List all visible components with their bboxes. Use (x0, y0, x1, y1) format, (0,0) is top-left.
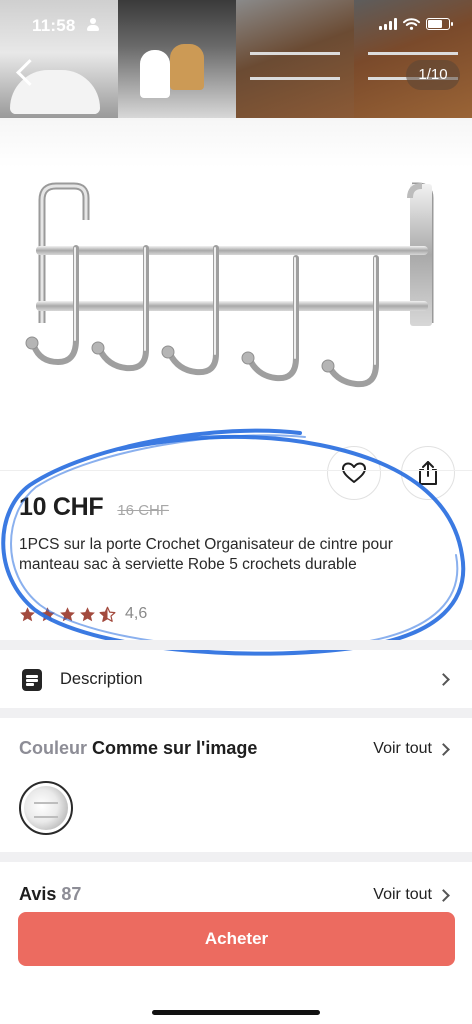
swatch-thumbnail (24, 786, 68, 830)
gallery-counter: 1/10 (406, 60, 460, 90)
star-full-icon (80, 606, 95, 621)
reviews-heading: Avis 87 (19, 884, 81, 905)
wifi-icon (403, 18, 420, 30)
status-bar-indicators (379, 18, 453, 30)
color-key-label: Couleur (19, 738, 88, 758)
star-full-icon (60, 606, 75, 621)
rating-value: 4,6 (125, 605, 148, 622)
gallery-thumbnail-2[interactable] (118, 0, 236, 118)
star-half-icon (99, 606, 116, 622)
product-title: 1PCS sur la porte Crochet Organisateur d… (19, 536, 393, 573)
person-icon (87, 18, 99, 32)
reviews-section: Avis 87 Voir tout (0, 862, 472, 912)
original-price: 16 CHF (117, 502, 170, 519)
battery-icon (426, 18, 453, 30)
home-indicator (152, 1010, 320, 1015)
description-label: Description (60, 670, 143, 688)
color-heading: Couleur Comme sur l'image (19, 738, 257, 759)
buy-button[interactable]: Acheter (18, 912, 455, 966)
gallery-thumbnail-3[interactable] (236, 0, 354, 118)
chevron-right-icon (437, 889, 450, 902)
product-info-section: 10 CHF 16 CHF 1PCS sur la porte Crochet … (0, 470, 472, 638)
star-full-icon (20, 606, 35, 621)
section-divider (0, 708, 472, 718)
section-divider (0, 852, 472, 862)
cellular-signal-icon (379, 18, 397, 30)
color-see-all-link[interactable]: Voir tout (373, 740, 432, 758)
star-full-icon (40, 606, 55, 621)
back-arrow-icon[interactable] (12, 58, 38, 88)
thumbnail-rack-shape (250, 52, 340, 80)
coat-hook-rack-illustration (25, 182, 434, 388)
document-icon (22, 669, 42, 691)
reviews-count: 87 (61, 884, 82, 904)
section-divider (0, 640, 472, 650)
description-row[interactable]: Description (0, 650, 472, 708)
price-row: 10 CHF 16 CHF (19, 493, 169, 522)
color-value-label: Comme sur l'image (92, 738, 258, 758)
reviews-see-all-link[interactable]: Voir tout (373, 886, 432, 904)
color-swatch-selected[interactable] (19, 781, 73, 835)
rating-row[interactable]: 4,6 (19, 605, 147, 623)
current-price: 10 CHF (19, 493, 104, 521)
reviews-label: Avis (19, 884, 57, 904)
status-bar-time: 11:58 (32, 16, 76, 35)
chevron-right-icon (437, 743, 450, 756)
product-main-image[interactable] (0, 118, 472, 470)
chevron-right-icon (437, 673, 450, 686)
color-section: Couleur Comme sur l'image Voir tout (0, 718, 472, 854)
